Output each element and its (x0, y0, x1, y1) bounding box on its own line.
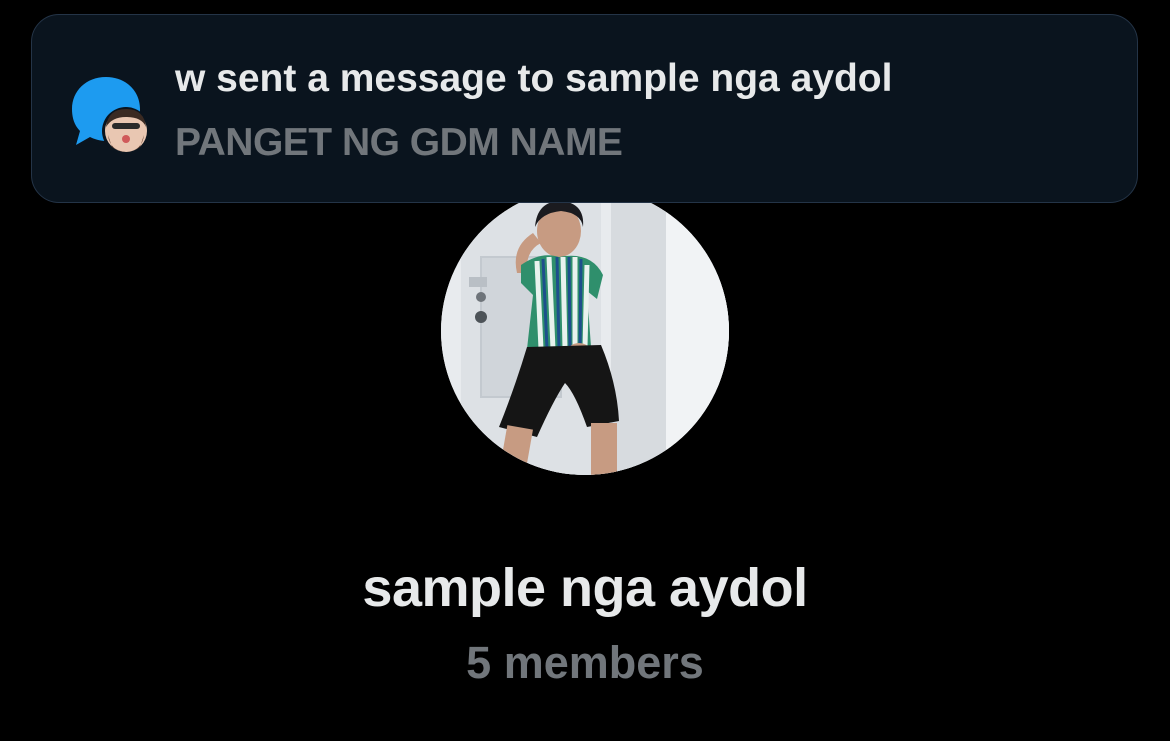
notification-message: PANGET NG GDM NAME (175, 121, 623, 164)
notification-title: w sent a message to sample nga aydol (175, 57, 893, 100)
group-name: sample nga aydol (362, 558, 808, 618)
group-avatar-photo (441, 187, 729, 475)
message-bubble-icon (68, 75, 154, 157)
member-count[interactable]: 5 members (0, 636, 1170, 690)
group-avatar[interactable] (441, 187, 729, 475)
message-notification[interactable]: w sent a message to sample nga aydol PAN… (31, 14, 1138, 203)
